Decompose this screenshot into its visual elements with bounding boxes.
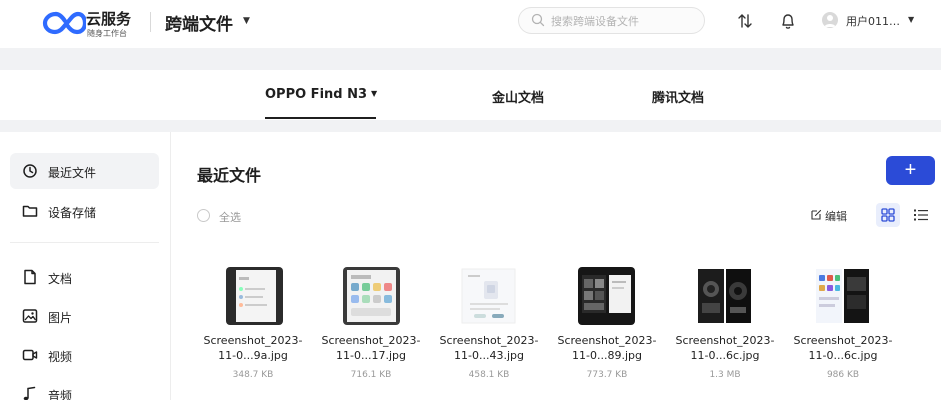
file-size: 773.7 KB — [586, 370, 628, 380]
brand-name: 云服务 — [86, 10, 132, 28]
file-thumbnail — [814, 267, 871, 325]
sidebar-item-label: 设备存储 — [48, 206, 97, 220]
source-tabs: OPPO Find N3 ▼ 金山文档 腾讯文档 — [0, 70, 941, 120]
user-icon — [824, 15, 836, 27]
cloud-service-logo-icon — [42, 11, 86, 35]
sidebar: 最近文件 设备存储 文档 图片 视频 音频 — [0, 132, 171, 400]
file-card[interactable]: Screenshot_2023- 11-0...6c.jpg 1.3 MB — [666, 262, 784, 400]
search-input[interactable] — [551, 11, 699, 31]
sidebar-item-audio[interactable]: 音频 — [10, 376, 159, 400]
file-card[interactable]: Screenshot_2023- 11-0...6c.jpg 986 KB — [784, 262, 902, 400]
chevron-down-icon: ▼ — [908, 15, 915, 24]
file-name: Screenshot_2023- 11-0...6c.jpg — [793, 334, 893, 362]
file-thumbnail — [343, 267, 400, 325]
title-caret-down-icon[interactable]: ▼ — [243, 16, 250, 26]
file-size: 986 KB — [826, 370, 860, 380]
list-view-icon[interactable] — [913, 208, 929, 222]
add-button[interactable]: + — [886, 156, 935, 185]
file-card[interactable]: Screenshot_2023- 11-0...9a.jpg 348.7 KB — [194, 262, 312, 400]
file-thumbnail — [460, 267, 517, 325]
file-thumbnail — [226, 267, 283, 325]
sidebar-item-images[interactable]: 图片 — [10, 298, 159, 334]
grid-view-toggle[interactable] — [876, 203, 900, 227]
sidebar-item-label: 最近文件 — [48, 166, 97, 180]
file-thumbnail — [578, 267, 635, 325]
file-size: 348.7 KB — [232, 370, 274, 380]
file-name: Screenshot_2023- 11-0...9a.jpg — [203, 334, 303, 362]
tab-oppo-find-n3[interactable]: OPPO Find N3 ▼ — [265, 87, 377, 102]
file-name: Screenshot_2023- 11-0...43.jpg — [439, 334, 539, 362]
clock-icon — [23, 164, 37, 178]
active-tab-indicator — [265, 117, 376, 119]
music-icon — [23, 386, 36, 400]
sidebar-item-device-storage[interactable]: 设备存储 — [10, 193, 159, 229]
avatar — [822, 12, 838, 28]
file-name: Screenshot_2023- 11-0...89.jpg — [557, 334, 657, 362]
document-icon — [24, 269, 36, 285]
section-title: 最近文件 — [197, 166, 262, 185]
header-divider — [150, 12, 151, 32]
chevron-down-icon: ▼ — [371, 89, 378, 98]
video-icon — [22, 349, 38, 361]
file-card[interactable]: Screenshot_2023- 11-0...89.jpg 773.7 KB — [548, 262, 666, 400]
grid-icon — [881, 208, 895, 222]
edit-label: 编辑 — [825, 210, 847, 223]
sidebar-divider — [10, 242, 159, 243]
sidebar-item-label: 视频 — [48, 350, 73, 364]
top-bar: 云服务 随身工作台 跨端文件 ▼ 用户011… ▼ — [0, 0, 941, 48]
edit-icon — [811, 209, 822, 220]
file-size: 1.3 MB — [709, 370, 741, 380]
tab-label: OPPO Find N3 — [265, 87, 368, 102]
folder-icon — [22, 205, 38, 217]
sidebar-item-recent[interactable]: 最近文件 — [10, 153, 159, 189]
sidebar-item-label: 音频 — [48, 389, 73, 400]
file-card[interactable]: Screenshot_2023- 11-0...43.jpg 458.1 KB — [430, 262, 548, 400]
sidebar-item-label: 图片 — [48, 311, 73, 325]
search-box[interactable] — [518, 7, 705, 34]
select-all-label: 全选 — [219, 211, 241, 224]
user-name: 用户011… — [846, 15, 900, 28]
file-size: 458.1 KB — [468, 370, 510, 380]
sidebar-item-documents[interactable]: 文档 — [10, 259, 159, 295]
file-name: Screenshot_2023- 11-0...6c.jpg — [675, 334, 775, 362]
page-title[interactable]: 跨端文件 — [165, 10, 233, 35]
main-panel: 最近文件 设备存储 文档 图片 视频 音频 最近文件 + 全选 编辑 Scree… — [0, 132, 941, 400]
sidebar-item-videos[interactable]: 视频 — [10, 337, 159, 373]
bell-icon[interactable] — [780, 12, 796, 30]
brand-subtitle: 随身工作台 — [87, 29, 127, 38]
file-card[interactable]: Screenshot_2023- 11-0...17.jpg 716.1 KB — [312, 262, 430, 400]
file-thumbnail — [696, 267, 753, 325]
brand-logo[interactable]: 云服务 随身工作台 — [42, 6, 152, 42]
recent-files-section: 最近文件 + 全选 编辑 Screenshot_2023- 11-0...9a.… — [171, 132, 941, 400]
tab-tencent-docs[interactable]: 腾讯文档 — [652, 87, 704, 106]
file-grid: Screenshot_2023- 11-0...9a.jpg 348.7 KB S… — [171, 262, 941, 400]
search-icon — [531, 13, 545, 27]
sidebar-item-label: 文档 — [48, 272, 73, 286]
image-icon — [22, 309, 38, 323]
file-name: Screenshot_2023- 11-0...17.jpg — [321, 334, 421, 362]
transfer-icon[interactable] — [737, 12, 753, 30]
select-all-radio[interactable] — [197, 209, 210, 222]
tab-kingsoft-docs[interactable]: 金山文档 — [492, 87, 544, 106]
file-size: 716.1 KB — [350, 370, 392, 380]
